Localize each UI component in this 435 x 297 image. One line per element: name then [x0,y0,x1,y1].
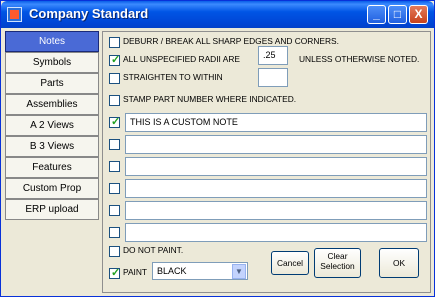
sidebar-item-b3-views[interactable]: B 3 Views [5,136,99,157]
do-not-paint-checkbox[interactable] [109,246,120,257]
window-title: Company Standard [29,6,149,21]
chevron-down-icon[interactable]: ▼ [232,264,246,279]
radii-checkbox[interactable]: ✓ [109,54,121,66]
paint-color-select[interactable]: BLACK ▼ [152,262,248,280]
clear-selection-line1: Clear [327,251,348,261]
custom-note-input[interactable] [125,223,427,242]
sidebar-item-a2-views[interactable]: A 2 Views [5,115,99,136]
custom-note-input[interactable] [125,157,427,176]
custom-note-input[interactable] [125,179,427,198]
radii-label: ALL UNSPECIFIED RADII ARE [123,54,240,64]
maximize-button[interactable]: □ [388,5,407,24]
sidebar-item-notes[interactable]: Notes [5,31,99,52]
stamp-checkbox[interactable] [109,95,120,106]
title-bar[interactable]: Company Standard _ □ X [1,1,434,28]
paint-label: PAINT [123,267,148,277]
radii-suffix-label: UNLESS OTHERWISE NOTED. [299,54,420,64]
app-icon [7,7,22,22]
custom-note-checkbox[interactable] [109,139,120,150]
clear-selection-line2: Selection [320,261,355,271]
stamp-label: STAMP PART NUMBER WHERE INDICATED. [123,94,297,104]
custom-note-checkbox[interactable] [109,161,120,172]
custom-note-input[interactable] [125,135,427,154]
radii-value-input[interactable]: .25 [258,46,288,65]
minimize-button[interactable]: _ [367,5,386,24]
sidebar-item-symbols[interactable]: Symbols [5,52,99,73]
custom-note-checkbox[interactable] [109,183,120,194]
paint-checkbox[interactable]: ✓ [109,267,121,279]
paint-color-value: BLACK [157,266,187,276]
check-icon: ✓ [111,116,121,128]
sidebar-item-erp-upload[interactable]: ERP upload [5,199,99,220]
custom-note-checkbox[interactable]: ✓ [109,116,121,128]
custom-note-input[interactable]: THIS IS A CUSTOM NOTE [125,113,427,132]
clear-selection-button[interactable]: Clear Selection [314,248,361,278]
sidebar-item-parts[interactable]: Parts [5,73,99,94]
deburr-label: DEBURR / BREAK ALL SHARP EDGES AND CORNE… [123,36,339,46]
close-button[interactable]: X [409,5,428,24]
sidebar-item-assemblies[interactable]: Assemblies [5,94,99,115]
straighten-value-input[interactable] [258,68,288,87]
custom-note-input[interactable] [125,201,427,220]
cancel-button[interactable]: Cancel [271,251,309,275]
deburr-checkbox[interactable] [109,37,120,48]
custom-note-checkbox[interactable] [109,205,120,216]
company-standard-window: Company Standard _ □ X Notes Symbols Par… [0,0,435,297]
sidebar-item-custom-prop[interactable]: Custom Prop [5,178,99,199]
ok-button[interactable]: OK [379,248,419,278]
straighten-checkbox[interactable] [109,73,120,84]
straighten-label: STRAIGHTEN TO WITHIN [123,72,223,82]
sidebar: Notes Symbols Parts Assemblies A 2 Views… [5,31,100,289]
sidebar-item-features[interactable]: Features [5,157,99,178]
notes-panel: DEBURR / BREAK ALL SHARP EDGES AND CORNE… [102,31,431,293]
check-icon: ✓ [111,54,121,66]
do-not-paint-label: DO NOT PAINT. [123,245,184,255]
check-icon: ✓ [111,267,121,279]
custom-note-checkbox[interactable] [109,227,120,238]
